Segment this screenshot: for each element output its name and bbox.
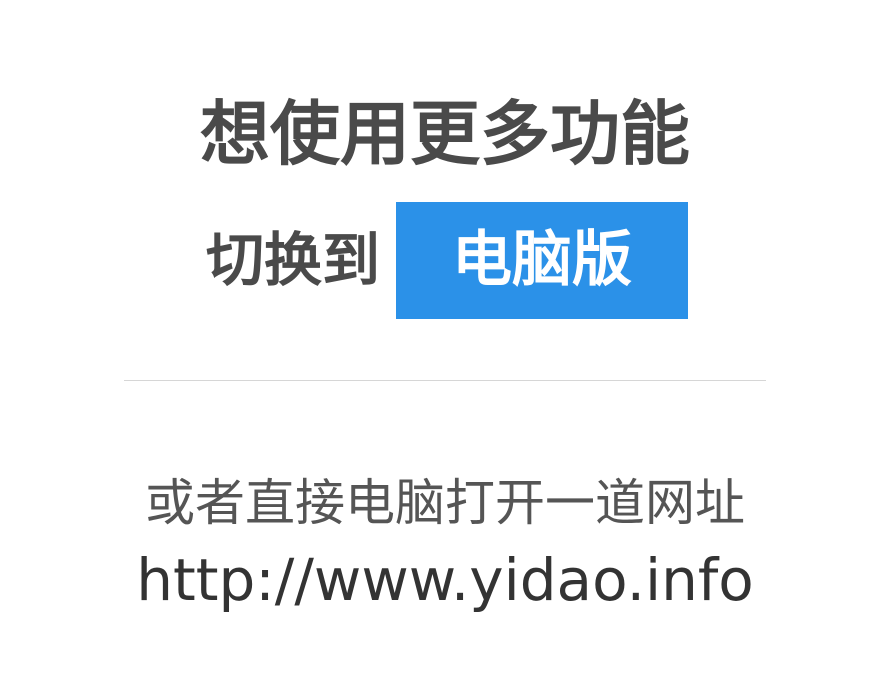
switch-prefix-label: 切换到 — [206, 226, 381, 294]
alternative-instruction: 或者直接电脑打开一道网址 — [145, 474, 745, 532]
divider — [124, 380, 766, 381]
site-url-link[interactable]: http://www.yidao.info — [0, 544, 890, 616]
switch-row: 切换到 电脑版 — [0, 202, 890, 319]
desktop-version-button[interactable]: 电脑版 — [396, 202, 688, 319]
headline: 想使用更多功能 — [200, 93, 690, 175]
